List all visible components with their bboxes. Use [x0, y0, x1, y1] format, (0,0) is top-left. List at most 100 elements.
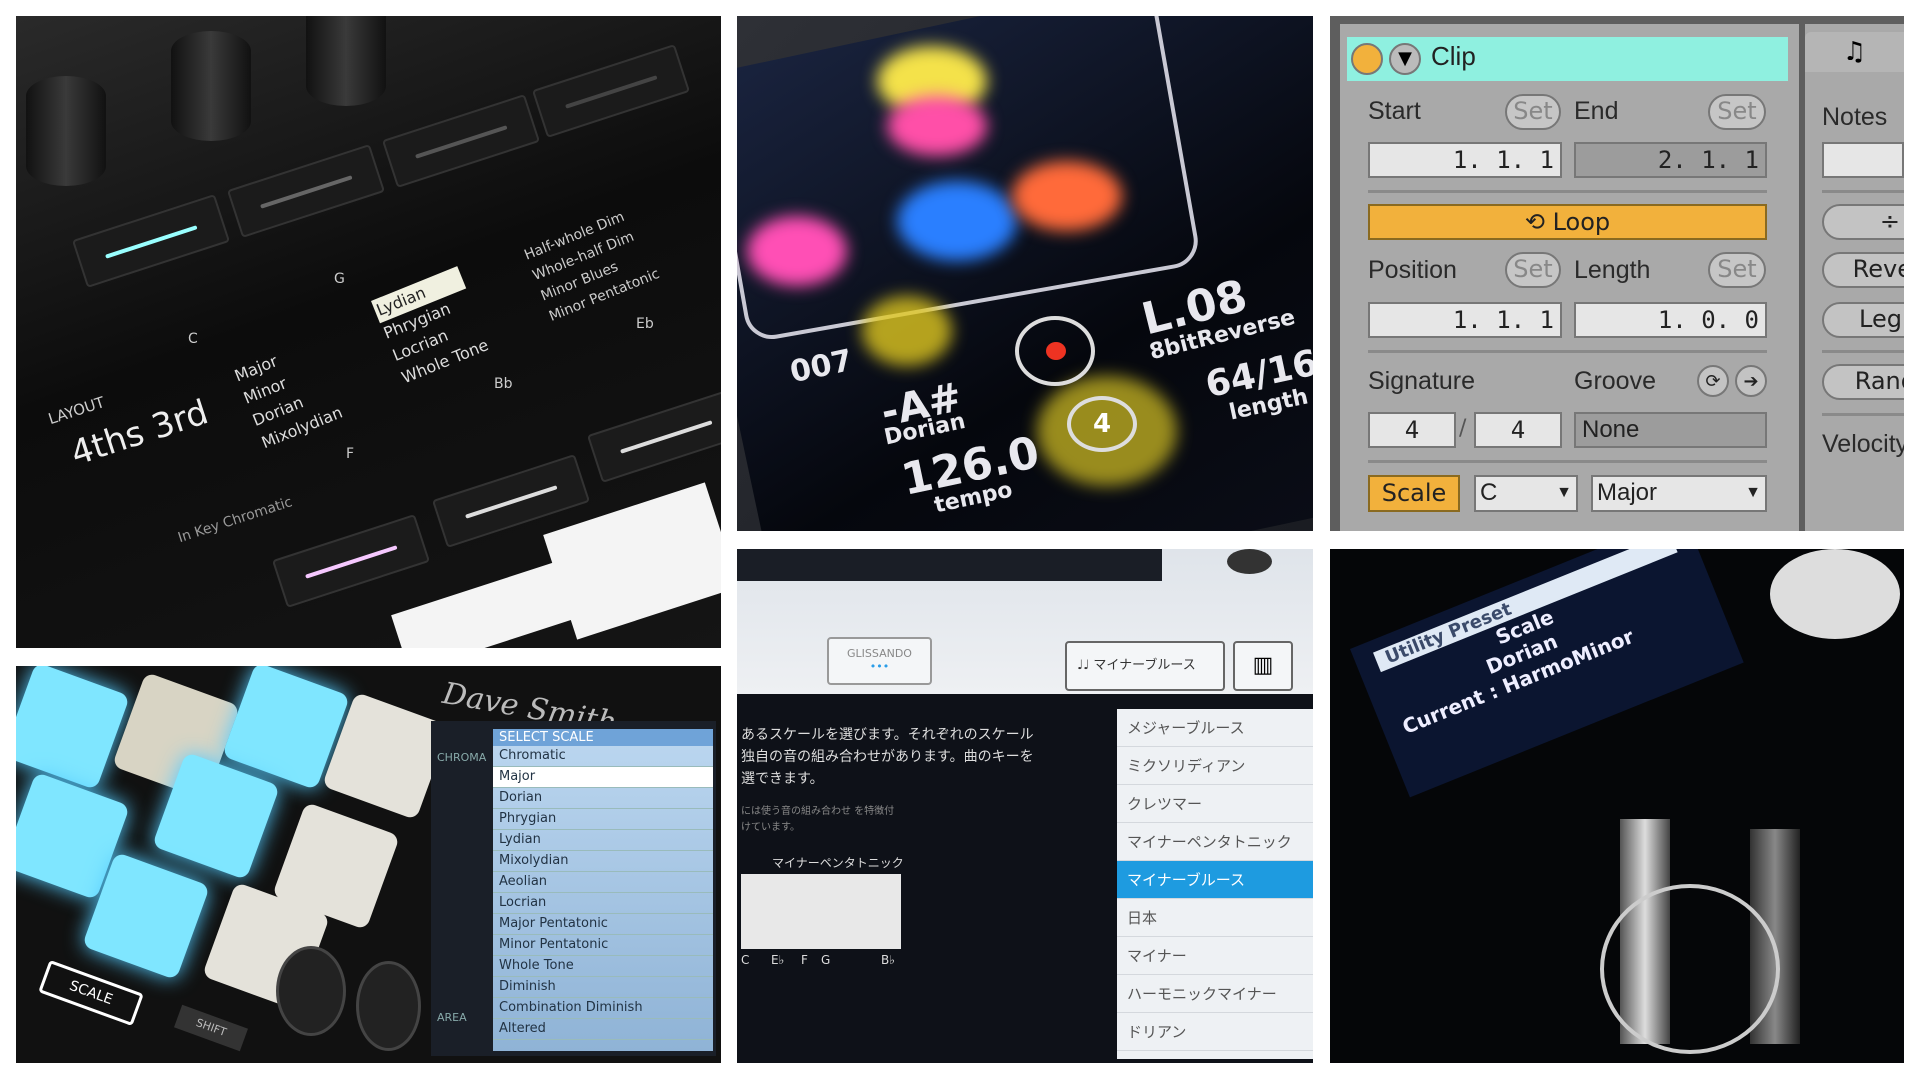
- pad-button: [381, 94, 541, 188]
- end-set-button[interactable]: Set: [1708, 94, 1766, 130]
- end-label: End: [1574, 97, 1619, 125]
- divide-button[interactable]: ÷: [1822, 204, 1904, 240]
- notes-field[interactable]: [1822, 142, 1904, 178]
- scale-list-item[interactable]: Major: [493, 767, 713, 788]
- length-label: Length: [1574, 256, 1651, 284]
- keyboard-title: マイナーペンタトニック: [772, 856, 904, 870]
- shift-hw-button[interactable]: SHIFT: [174, 1004, 248, 1052]
- scale-list-item[interactable]: マイナー: [1117, 937, 1313, 975]
- length-field[interactable]: 1. 0. 0: [1574, 302, 1767, 338]
- scale-list-item[interactable]: Dorian: [493, 788, 713, 809]
- collapse-toggle-icon[interactable]: ▼: [1389, 43, 1421, 75]
- pad-button: [271, 514, 431, 608]
- pad-button: [71, 194, 231, 288]
- position-label: Position: [1368, 256, 1457, 284]
- scale-list-header: SELECT SCALE: [493, 729, 713, 746]
- randomize-button[interactable]: Rand: [1822, 364, 1904, 400]
- clip-header: ▼ Clip: [1347, 37, 1788, 81]
- length-set-button[interactable]: Set: [1708, 252, 1766, 288]
- music-note-icon: ♩♩: [1077, 658, 1094, 673]
- scale-list-item[interactable]: Altered: [493, 1019, 713, 1040]
- scale-list-item[interactable]: マイナーペンタトニック: [1117, 823, 1313, 861]
- scale-toggle-button[interactable]: Scale: [1368, 475, 1460, 512]
- divider: [1368, 350, 1767, 353]
- glissando-button[interactable]: GLISSANDO •••: [827, 637, 932, 685]
- clip-panel: ▼ Clip Start Set End Set 1. 1. 1 2. 1. 1…: [1330, 16, 1904, 531]
- light-orange: [1012, 161, 1122, 231]
- signature-label: Signature: [1368, 367, 1476, 395]
- white-pad: [391, 559, 581, 648]
- start-field[interactable]: 1. 1. 1: [1368, 142, 1562, 178]
- groove-commit-icon[interactable]: ➔: [1735, 365, 1767, 397]
- scale-list-item[interactable]: クレツマー: [1117, 785, 1313, 823]
- position-field[interactable]: 1. 1. 1: [1368, 302, 1562, 338]
- scale-hw-button[interactable]: SCALE: [38, 959, 144, 1027]
- light-pink: [887, 96, 987, 156]
- photo-pad-controller: Dave Smith CHROMA AREA SELECT SCALE Chro…: [16, 666, 721, 1063]
- signature-denominator[interactable]: 4: [1474, 412, 1562, 448]
- scale-list-item[interactable]: ハーモニックマイナー: [1117, 975, 1313, 1013]
- layout-label: LAYOUT: [46, 393, 107, 429]
- divider: [1368, 190, 1767, 193]
- scale-column-1: Major Minor Dorian Mixolydian: [231, 334, 346, 455]
- legato-button[interactable]: Leg: [1822, 302, 1904, 338]
- keyboard-note-label: G: [821, 953, 831, 967]
- groove-hotswap-icon[interactable]: ⟳: [1697, 365, 1729, 397]
- position-set-button[interactable]: Set: [1505, 252, 1561, 288]
- scale-root-dropdown[interactable]: C ▼: [1474, 475, 1578, 512]
- pad-button: [586, 389, 721, 483]
- scale-list-item[interactable]: 日本: [1117, 899, 1313, 937]
- scale-list-item[interactable]: Chromatic: [493, 746, 713, 767]
- scale-list-item[interactable]: Lydian: [493, 830, 713, 851]
- loop-toggle-button[interactable]: ⟲ Loop: [1368, 204, 1767, 240]
- knob: [26, 76, 106, 186]
- scale-list-item[interactable]: Phrygian: [493, 809, 713, 830]
- scale-list-item[interactable]: Major Pentatonic: [493, 914, 713, 935]
- scale-list-item[interactable]: Whole Tone: [493, 956, 713, 977]
- knob: [356, 961, 421, 1051]
- app-toolbar: GLISSANDO ••• ♩♩ マイナーブルース ▥: [737, 549, 1313, 694]
- panel-divider: [1799, 24, 1805, 531]
- end-field[interactable]: 2. 1. 1: [1574, 142, 1767, 178]
- photo-keyboard-scale-display: LAYOUT 4ths 3rd Major Minor Dorian Mixol…: [16, 16, 721, 648]
- scale-list-item[interactable]: ドリアン: [1117, 1013, 1313, 1051]
- scale-list-item[interactable]: Minor Pentatonic: [493, 935, 713, 956]
- light-blue: [897, 181, 1017, 261]
- groove-label: Groove: [1574, 367, 1656, 395]
- scale-list-item[interactable]: ミクソリディアン: [1117, 747, 1313, 785]
- area-label: AREA: [437, 1011, 467, 1024]
- divider: [1368, 460, 1767, 463]
- groove-dropdown[interactable]: None: [1574, 412, 1767, 448]
- divider: [1822, 350, 1904, 353]
- dial-icon: [1227, 549, 1272, 574]
- scale-list-item[interactable]: マイナーブルース: [1117, 861, 1313, 899]
- light-yellow: [862, 296, 952, 366]
- clip-activator-button[interactable]: [1351, 43, 1383, 75]
- scale-select-button[interactable]: ♩♩ マイナーブルース: [1065, 641, 1225, 691]
- keyboard-note-label: C: [741, 953, 750, 967]
- count-button[interactable]: 4: [1067, 396, 1137, 452]
- pad-lit: [16, 666, 131, 791]
- signature-numerator[interactable]: 4: [1368, 412, 1456, 448]
- scale-list: メジャーブルース ミクソリディアン クレツマー マイナーペンタトニック マイナーブルース…: [1117, 709, 1313, 1059]
- scale-mode-dropdown[interactable]: Major ▼: [1591, 475, 1767, 512]
- root-g: G: [334, 271, 345, 287]
- scale-select-label: マイナーブルース: [1093, 658, 1196, 673]
- scale-list-item[interactable]: Locrian: [493, 893, 713, 914]
- photo-oled-device: Utility Preset Scale Dorian Current : Ha…: [1330, 549, 1904, 1063]
- scale-list-item[interactable]: Aeolian: [493, 872, 713, 893]
- keyboard-icon[interactable]: ▥: [1233, 641, 1293, 691]
- scale-screen: CHROMA AREA SELECT SCALE Chromatic Major D…: [431, 721, 716, 1056]
- record-button[interactable]: [1015, 316, 1095, 386]
- scale-list-item[interactable]: メジャーブルース: [1117, 709, 1313, 747]
- scale-list-item[interactable]: Combination Diminish: [493, 998, 713, 1019]
- notes-label: Notes: [1822, 103, 1888, 131]
- reverse-button[interactable]: Reve: [1822, 252, 1904, 288]
- scale-column-3: Half-whole Dim Whole-half Dim Minor Blue…: [521, 202, 663, 328]
- notes-tab-icon[interactable]: ♫: [1805, 32, 1904, 72]
- photo-phone-app: 4 007 L.08 8bitReverse -A# Dorian 126.0 …: [737, 16, 1313, 531]
- scale-list-item[interactable]: Mixolydian: [493, 851, 713, 872]
- start-set-button[interactable]: Set: [1505, 94, 1561, 130]
- scale-list-item[interactable]: Diminish: [493, 977, 713, 998]
- start-label: Start: [1368, 97, 1421, 125]
